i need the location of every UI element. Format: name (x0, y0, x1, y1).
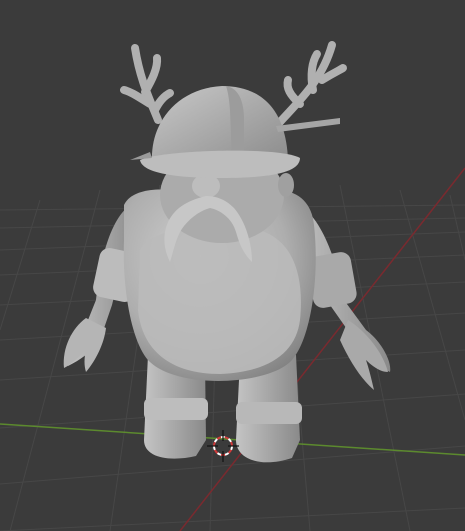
y-axis-line (0, 423, 465, 456)
hand-left (63, 318, 106, 372)
ear-right (278, 173, 294, 197)
helmet-dome (151, 86, 288, 162)
antler-right (276, 41, 347, 126)
viewport-canvas[interactable] (0, 0, 465, 531)
boot-cuff-left (144, 398, 208, 420)
helmet-brim (140, 150, 300, 178)
boot-cuff-right (236, 402, 302, 424)
dwarf-model[interactable] (63, 41, 391, 463)
antler-left (120, 44, 174, 124)
belly (138, 226, 301, 374)
3d-viewport[interactable] (0, 0, 465, 531)
